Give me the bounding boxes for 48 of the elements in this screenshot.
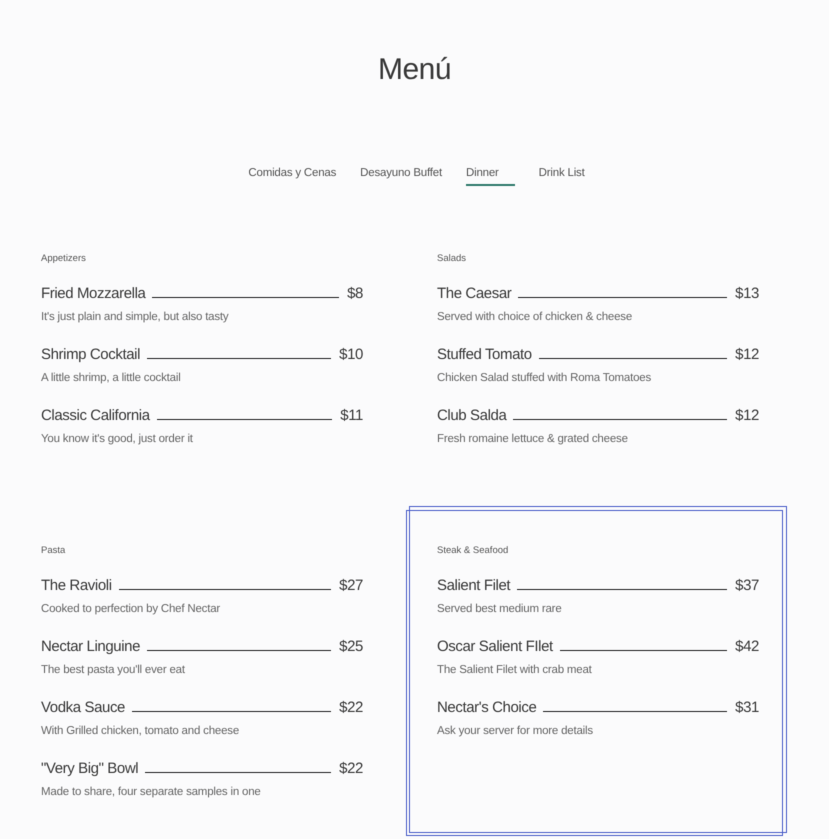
dish-price: $22: [339, 698, 363, 718]
dish-name: Club Salda: [437, 406, 506, 426]
dish-price: $42: [735, 637, 759, 657]
dish-price: $27: [339, 576, 363, 596]
dish-name: Nectar Linguine: [41, 637, 140, 657]
dish-description: Fresh romaine lettuce & grated cheese: [437, 432, 629, 447]
dish-price: $31: [735, 698, 759, 718]
dish-description: Served with choice of chicken & cheese: [437, 310, 634, 325]
dish-name: The Caesar: [437, 284, 512, 304]
dish-name: Oscar Salient FIlet: [437, 637, 553, 657]
dish-description: Made to share, four separate samples in one: [41, 785, 262, 800]
dish-name: "Very Big" Bowl: [41, 759, 138, 779]
menu-tab[interactable]: Comidas y Cenas: [248, 167, 336, 186]
dish-description: Cooked to perfection by Chef Nectar: [41, 602, 222, 617]
dish-price: $12: [735, 406, 759, 426]
dish-price: $25: [339, 637, 363, 657]
dish-description: It's just plain and simple, but also tasty: [41, 310, 230, 325]
section-heading: Pasta: [41, 544, 66, 558]
dish-name: Nectar's Choice: [437, 698, 536, 718]
section-heading: Salads: [437, 252, 468, 266]
menu-tab[interactable]: Desayuno Buffet: [360, 167, 442, 186]
dish-price: $11: [340, 406, 363, 426]
dish-description: Ask your server for more details: [437, 724, 594, 739]
dish-description: The Salient Filet with crab meat: [437, 663, 593, 678]
dish-description: The best pasta you'll ever eat: [41, 663, 186, 678]
dish-description: Chicken Salad stuffed with Roma Tomatoes: [437, 371, 652, 386]
dish-name: Fried Mozzarella: [41, 284, 146, 304]
dish-price: $12: [735, 345, 759, 365]
dish-description: You know it's good, just order it: [41, 432, 194, 447]
dish-description: A little shrimp, a little cocktail: [41, 371, 182, 386]
dish-price: $8: [347, 284, 363, 304]
dish-price: $22: [339, 759, 363, 779]
menu-tab[interactable]: Dinner: [466, 167, 515, 186]
menu-tab[interactable]: Drink List: [538, 167, 585, 186]
dish-name: Shrimp Cocktail: [41, 345, 140, 365]
dish-description: With Grilled chicken, tomato and cheese: [41, 724, 240, 739]
dish-description: Served best medium rare: [437, 602, 563, 617]
dish-price: $10: [339, 345, 363, 365]
page-title: Menú: [376, 52, 452, 88]
section-heading: Appetizers: [41, 252, 87, 266]
dish-name: Stuffed Tomato: [437, 345, 532, 365]
dish-name: The Ravioli: [41, 576, 112, 596]
dish-name: Vodka Sauce: [41, 698, 126, 718]
dish-name: Classic California: [41, 406, 150, 426]
section-heading: Steak & Seafood: [437, 544, 510, 558]
dish-name: Salient Filet: [437, 576, 510, 596]
dish-price: $37: [735, 576, 759, 596]
dish-price: $13: [735, 284, 759, 304]
